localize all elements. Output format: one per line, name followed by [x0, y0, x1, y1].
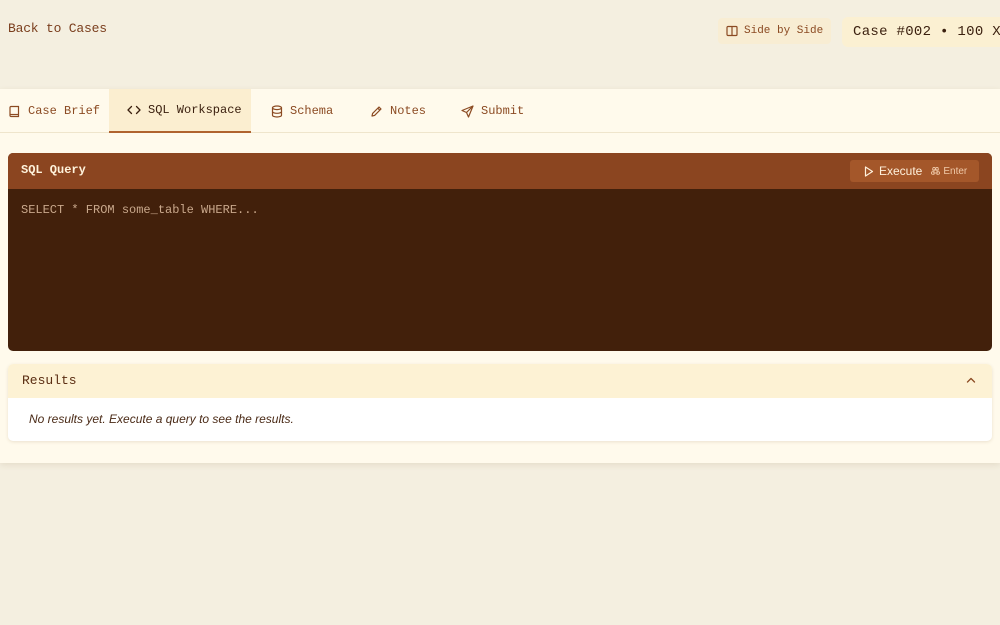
case-badge: Case #002 • 100 XP — [842, 17, 1000, 47]
shortcut-label: Enter — [943, 165, 968, 177]
chevron-up-icon[interactable] — [965, 374, 977, 386]
command-icon — [931, 166, 941, 175]
results-header[interactable]: Results — [8, 364, 992, 398]
tab-submit[interactable]: Submit — [461, 89, 524, 133]
book-icon — [9, 105, 20, 117]
sql-editor: SQL Query Execute Enter — [8, 153, 992, 351]
execute-label: Execute — [879, 164, 923, 178]
results-title: Results — [22, 373, 77, 388]
sql-query-title: SQL Query — [21, 163, 86, 177]
top-bar: Back to Cases Side by Side Case #002 • 1… — [0, 0, 1000, 62]
results-panel: Results No results yet. Execute a query … — [8, 364, 992, 441]
tab-case-brief[interactable]: Case Brief — [9, 89, 100, 133]
tab-label: Case Brief — [28, 104, 101, 118]
results-empty-message: No results yet. Execute a query to see t… — [29, 412, 294, 426]
execute-button[interactable]: Execute Enter — [850, 160, 979, 182]
tab-label: Notes — [390, 104, 427, 118]
play-icon — [864, 165, 874, 177]
tab-schema[interactable]: Schema — [271, 89, 333, 133]
side-by-side-button[interactable]: Side by Side — [718, 18, 832, 44]
columns-icon — [726, 25, 738, 37]
back-to-cases-link[interactable]: Back to Cases — [8, 21, 107, 36]
database-icon — [271, 104, 283, 118]
send-icon — [461, 104, 474, 118]
tab-notes[interactable]: Notes — [370, 89, 426, 133]
tab-sql-workspace[interactable]: SQL Workspace — [109, 89, 251, 133]
sql-editor-header: SQL Query Execute Enter — [8, 153, 992, 189]
pencil-icon — [371, 105, 382, 117]
tab-label: SQL Workspace — [148, 103, 242, 117]
tab-bar: Case Brief SQL Workspace Schema Notes Su… — [0, 89, 1000, 133]
tab-label: Schema — [290, 104, 334, 118]
code-icon — [127, 105, 141, 115]
workspace-panel: Case Brief SQL Workspace Schema Notes Su… — [0, 89, 1000, 463]
side-by-side-label: Side by Side — [744, 25, 824, 37]
tab-label: Submit — [481, 104, 525, 118]
sql-query-input[interactable] — [8, 189, 992, 351]
keyboard-shortcut-hint: Enter — [931, 166, 967, 177]
